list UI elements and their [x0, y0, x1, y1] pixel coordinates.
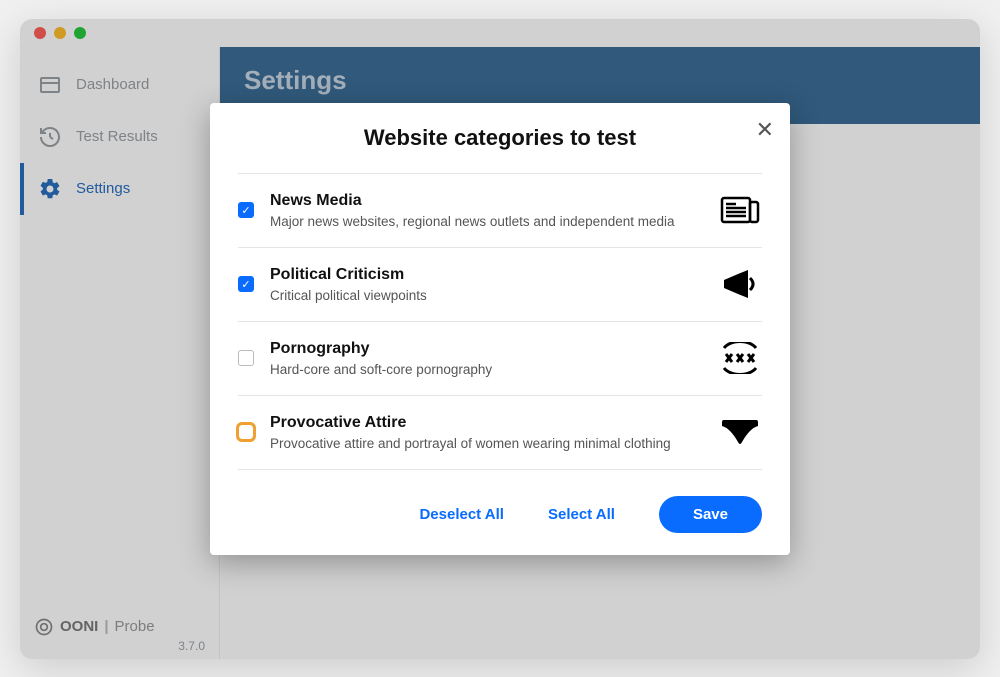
- select-all-button[interactable]: Select All: [548, 506, 615, 523]
- category-row-political-criticism[interactable]: ✓ Political Criticism Critical political…: [238, 248, 762, 322]
- close-icon: ✕: [756, 117, 774, 142]
- category-name: Political Criticism: [270, 266, 702, 284]
- category-text: Pornography Hard-core and soft-core porn…: [270, 340, 702, 377]
- category-checkbox[interactable]: [238, 350, 254, 366]
- category-desc: Hard-core and soft-core pornography: [270, 362, 702, 377]
- category-row-pornography[interactable]: Pornography Hard-core and soft-core porn…: [238, 322, 762, 396]
- category-checkbox[interactable]: ✓: [238, 202, 254, 218]
- newspaper-icon: [718, 192, 762, 228]
- category-desc: Provocative attire and portrayal of wome…: [270, 436, 702, 451]
- modal-overlay[interactable]: ✕ Website categories to test ✓ News Medi…: [20, 19, 980, 659]
- modal-title: Website categories to test: [238, 125, 762, 151]
- category-text: News Media Major news websites, regional…: [270, 192, 702, 229]
- category-checkbox[interactable]: [238, 424, 254, 440]
- category-row-provocative-attire[interactable]: Provocative Attire Provocative attire an…: [238, 396, 762, 470]
- close-button[interactable]: ✕: [756, 117, 774, 143]
- category-name: Pornography: [270, 340, 702, 358]
- category-name: Provocative Attire: [270, 414, 702, 432]
- category-desc: Critical political viewpoints: [270, 288, 702, 303]
- underwear-icon: [718, 414, 762, 450]
- category-checkbox[interactable]: ✓: [238, 276, 254, 292]
- megaphone-icon: [718, 266, 762, 302]
- category-text: Political Criticism Critical political v…: [270, 266, 702, 303]
- deselect-all-button[interactable]: Deselect All: [419, 506, 504, 523]
- save-button[interactable]: Save: [659, 496, 762, 533]
- category-name: News Media: [270, 192, 702, 210]
- modal-actions: Deselect All Select All Save: [238, 470, 762, 533]
- categories-modal: ✕ Website categories to test ✓ News Medi…: [210, 103, 790, 555]
- category-desc: Major news websites, regional news outle…: [270, 214, 702, 229]
- xxx-icon: [718, 340, 762, 376]
- category-text: Provocative Attire Provocative attire an…: [270, 414, 702, 451]
- category-list: ✓ News Media Major news websites, region…: [238, 173, 762, 470]
- category-row-news-media[interactable]: ✓ News Media Major news websites, region…: [238, 174, 762, 248]
- app-window: Dashboard Test Results Settings OONI |: [20, 19, 980, 659]
